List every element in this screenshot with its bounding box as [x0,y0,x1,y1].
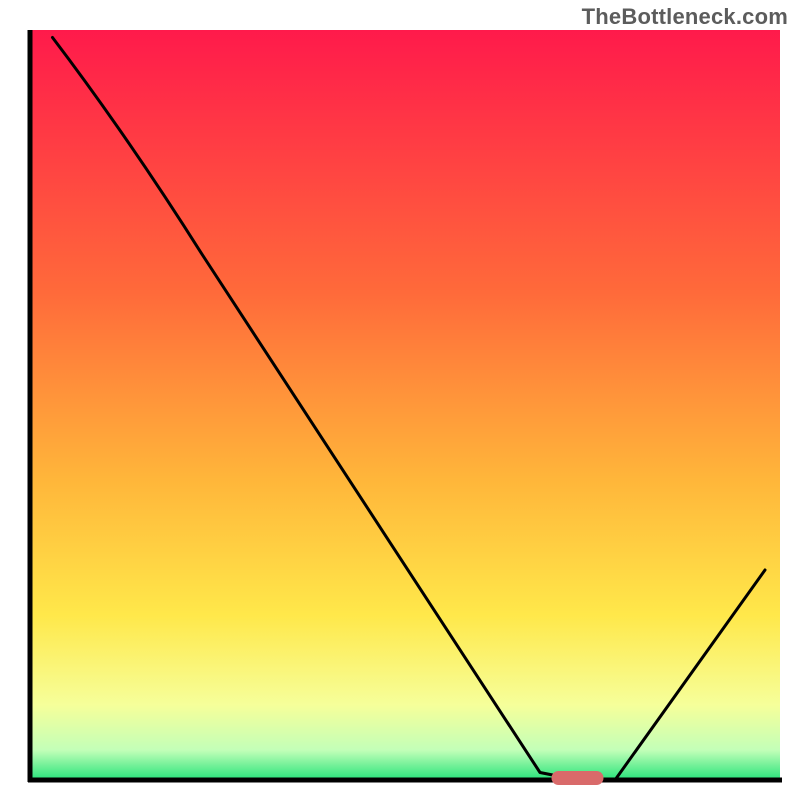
optimal-marker [552,771,604,785]
chart-container: TheBottleneck.com [0,0,800,800]
plot-background [30,30,780,780]
bottleneck-chart [0,0,800,800]
